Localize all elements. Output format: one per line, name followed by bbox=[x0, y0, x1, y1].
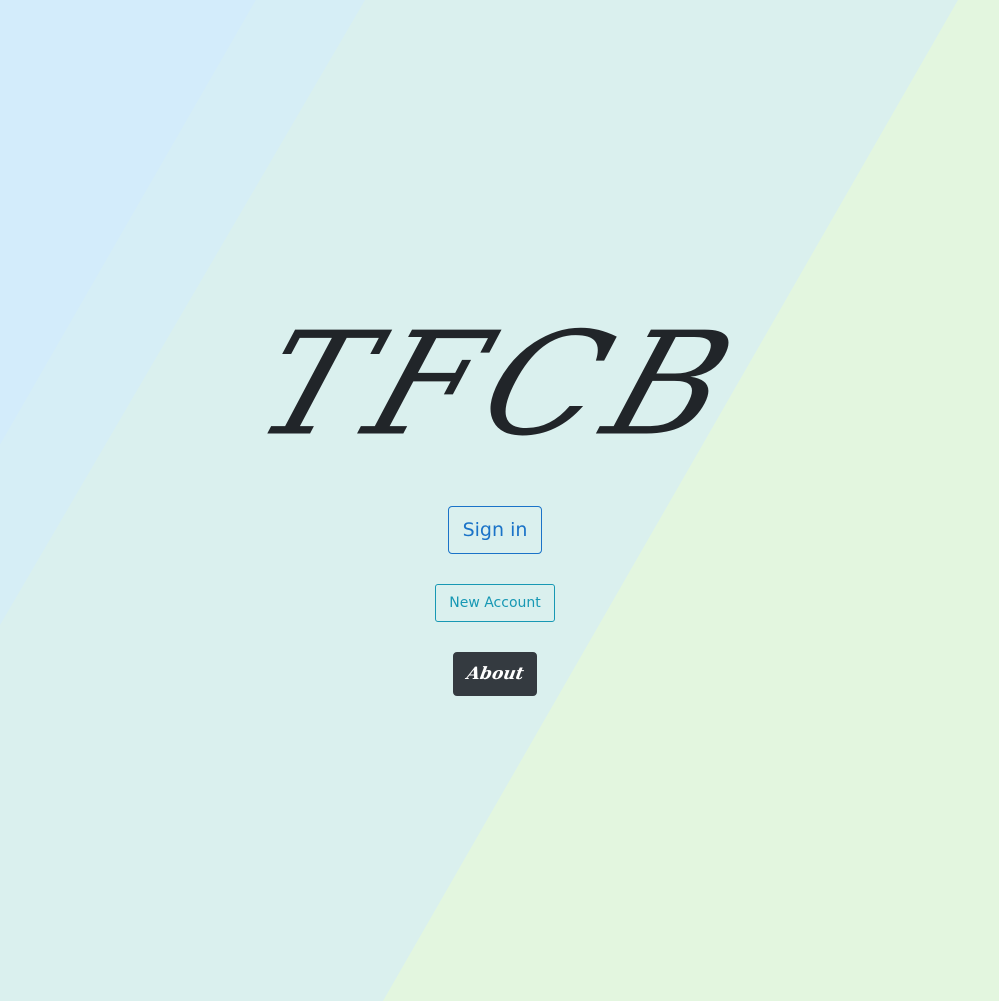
new-account-button[interactable]: New Account bbox=[435, 584, 555, 622]
about-button-label: About bbox=[464, 664, 526, 684]
background-gradient bbox=[0, 0, 999, 1001]
sign-in-button[interactable]: Sign in bbox=[448, 506, 542, 554]
app-logo: TFCB bbox=[238, 302, 761, 468]
logo-container: TFCB bbox=[0, 300, 999, 470]
background-right-band bbox=[383, 0, 999, 1001]
about-button[interactable]: About bbox=[453, 652, 537, 696]
